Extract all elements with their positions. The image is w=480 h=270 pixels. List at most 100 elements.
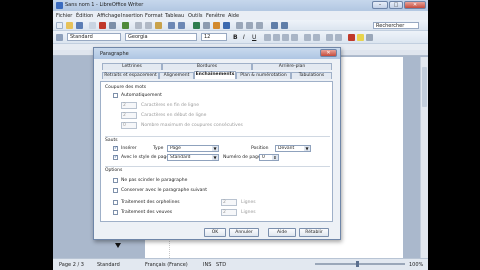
zoom-icon[interactable]	[271, 22, 278, 29]
save-icon[interactable]	[76, 22, 83, 29]
help-icon[interactable]	[281, 22, 288, 29]
menu-insertion[interactable]: Insertion	[121, 13, 143, 19]
hyperlink-icon[interactable]	[193, 22, 200, 29]
chevron-down-icon: ▼	[212, 146, 218, 151]
tab-tabulations[interactable]: Tabulations	[291, 72, 332, 79]
table-icon[interactable]	[203, 22, 210, 29]
keep-with-next-checkbox[interactable]	[113, 188, 118, 193]
menu-edition[interactable]: Édition	[76, 13, 93, 19]
open-folder-icon[interactable]	[66, 22, 73, 29]
font-color-icon[interactable]	[348, 34, 355, 41]
bold-icon[interactable]: B	[233, 34, 238, 41]
title-bar: Sans nom 1 - LibreOffice Writer – □ ✕	[53, 0, 428, 11]
underline-icon[interactable]: U	[252, 34, 256, 41]
minimize-button[interactable]: –	[372, 1, 388, 9]
with-page-style-checkbox[interactable]: ✓	[113, 155, 118, 160]
menu-fenetre[interactable]: Fenêtre	[206, 13, 225, 19]
section-separator	[105, 166, 330, 167]
undo-icon[interactable]	[168, 22, 175, 29]
ok-button[interactable]: OK	[204, 228, 226, 237]
page-style-select[interactable]: Standard ▼	[167, 154, 219, 161]
tab-arriere-plan[interactable]: Arrière-plan	[252, 63, 332, 70]
chart-icon[interactable]	[223, 22, 230, 29]
orphan-control-checkbox[interactable]	[113, 200, 118, 205]
paragraph-style-select[interactable]: Standard	[67, 33, 121, 41]
status-bar: Page 2 / 3 Standard Français (France) IN…	[53, 258, 428, 270]
numbering-icon[interactable]	[304, 34, 311, 41]
break-position-select[interactable]: Devant ▼	[275, 145, 311, 152]
align-center-icon[interactable]	[273, 34, 280, 41]
page-number-spin[interactable]: 0 ⬍	[259, 154, 279, 161]
reset-button[interactable]: Rétablir	[299, 228, 329, 237]
justify-icon[interactable]	[291, 34, 298, 41]
formatting-marks-icon[interactable]	[256, 22, 263, 29]
section-separator	[105, 136, 330, 137]
vertical-scrollbar[interactable]	[420, 57, 428, 258]
status-insert-mode[interactable]: INS	[203, 262, 211, 268]
breaks-heading: Sauts	[105, 138, 118, 143]
menu-aide[interactable]: Aide	[228, 13, 239, 19]
tab-alignement[interactable]: Alignement	[159, 72, 194, 79]
menu-affichage[interactable]: Affichage	[97, 13, 121, 19]
tab-plan-numerotation[interactable]: Plan & numérotation	[236, 72, 291, 79]
hyphenation-heading: Coupure des mots	[105, 85, 147, 90]
orphan-lines-label: Lignes	[241, 200, 256, 205]
zoom-slider-handle[interactable]	[356, 261, 359, 267]
zoom-slider[interactable]	[315, 263, 405, 265]
status-language[interactable]: Français (France)	[145, 262, 188, 268]
mouse-cursor-icon	[115, 243, 121, 248]
print-icon[interactable]	[109, 22, 116, 29]
menu-format[interactable]: Format	[145, 13, 163, 19]
menu-tableau[interactable]: Tableau	[165, 13, 184, 19]
dialog-title: Paragraphe	[100, 51, 129, 57]
bullets-icon[interactable]	[313, 34, 320, 41]
highlight-icon[interactable]	[357, 34, 364, 41]
help-button[interactable]: Aide	[268, 228, 296, 237]
cancel-button[interactable]: Annuler	[229, 228, 259, 237]
align-left-icon[interactable]	[264, 34, 271, 41]
menu-outils[interactable]: Outils	[188, 13, 202, 19]
insert-break-checkbox[interactable]: ✓	[113, 146, 118, 151]
keep-with-next-label: Conserver avec le paragraphe suivant	[121, 188, 208, 193]
keep-together-checkbox[interactable]	[113, 178, 118, 183]
navigator-icon[interactable]	[236, 22, 243, 29]
new-document-icon[interactable]	[56, 22, 63, 29]
background-color-icon[interactable]	[366, 34, 373, 41]
tab-bordures[interactable]: Bordures	[162, 63, 252, 70]
break-type-select[interactable]: Page ▼	[167, 145, 219, 152]
tab-retraits-espacement[interactable]: Retraits et espacement	[102, 72, 159, 79]
edit-file-icon[interactable]	[89, 22, 96, 29]
widow-control-checkbox[interactable]	[113, 210, 118, 215]
copy-icon[interactable]	[145, 22, 152, 29]
orphan-control-label: Traitement des orphelines	[121, 200, 180, 205]
menu-fichier[interactable]: Fichier	[56, 13, 72, 19]
page-style-value: Standard	[170, 155, 191, 160]
window-title: Sans nom 1 - LibreOffice Writer	[65, 2, 144, 8]
gallery-icon[interactable]	[246, 22, 253, 29]
image-icon[interactable]	[213, 22, 220, 29]
dialog-close-button[interactable]: ✕	[320, 49, 337, 57]
auto-hyphenation-checkbox[interactable]	[113, 93, 118, 98]
export-pdf-icon[interactable]	[99, 22, 106, 29]
cut-icon[interactable]	[135, 22, 142, 29]
close-button[interactable]: ✕	[404, 1, 426, 9]
font-name-select[interactable]: Georgia	[125, 33, 197, 41]
italic-icon[interactable]: I	[243, 34, 245, 41]
font-size-select[interactable]: 12	[201, 33, 227, 41]
redo-icon[interactable]	[178, 22, 185, 29]
tab-lettrines[interactable]: Lettrines	[102, 63, 162, 70]
search-input[interactable]: Rechercher	[373, 22, 419, 29]
status-selection-mode[interactable]: STD	[216, 262, 226, 268]
maximize-button[interactable]: □	[389, 1, 403, 9]
tab-enchainements[interactable]: Enchaînements	[194, 71, 236, 79]
align-right-icon[interactable]	[282, 34, 289, 41]
scrollbar-thumb[interactable]	[422, 67, 427, 107]
indent-increase-icon[interactable]	[335, 34, 342, 41]
paste-icon[interactable]	[155, 22, 162, 29]
status-page: Page 2 / 3	[59, 262, 84, 268]
widow-lines-spin: 2	[221, 209, 237, 216]
indent-decrease-icon[interactable]	[326, 34, 333, 41]
styles-icon[interactable]	[56, 34, 63, 41]
spellcheck-icon[interactable]	[122, 22, 129, 29]
insert-break-label: Insérer	[121, 146, 137, 151]
